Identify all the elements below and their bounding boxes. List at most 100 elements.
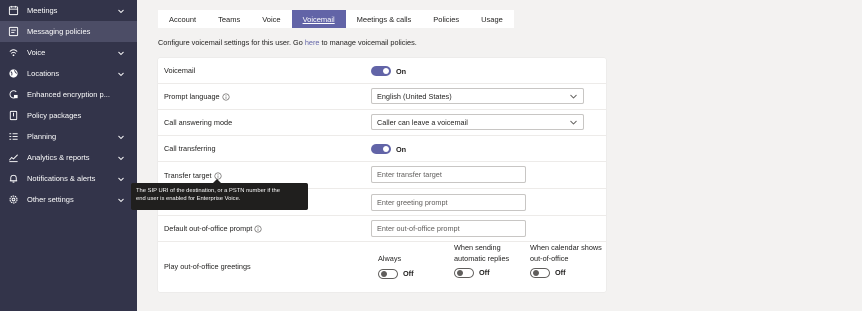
tab-voicemail[interactable]: Voicemail (291, 10, 346, 28)
tab-meetings-calls[interactable]: Meetings & calls (346, 10, 423, 28)
ooo-calendar-option: When calendar shows out-of-office Off (530, 243, 602, 279)
prompt-language-row: Prompt language English (United States) (158, 84, 606, 110)
ooo-always-toggle-group: Off (378, 269, 414, 280)
sidebar-item-label: Policy packages (27, 111, 82, 120)
voice-icon (8, 47, 19, 58)
sidebar: Meetings Messaging policies Voice Locati… (0, 0, 137, 311)
tooltip-line-1: The SIP URI of the destination, or a PST… (136, 188, 280, 194)
info-icon[interactable] (254, 224, 262, 233)
prompt-language-label: Prompt language (164, 92, 230, 101)
globe-icon (8, 68, 19, 79)
ooo-always-label: Always (378, 254, 402, 263)
info-icon[interactable] (222, 92, 230, 101)
manage-policies-link[interactable]: here (305, 38, 320, 47)
call-answering-mode-label: Call answering mode (164, 118, 233, 127)
ooo-automatic-replies-label-line2: automatic replies (454, 253, 510, 263)
ooo-automatic-replies-toggle[interactable] (454, 268, 474, 279)
ooo-calendar-toggle-group: Off (530, 268, 602, 279)
sidebar-item-messaging-policies[interactable]: Messaging policies (0, 21, 137, 42)
call-transferring-toggle[interactable] (371, 144, 391, 154)
calendar-icon (8, 5, 19, 16)
planning-icon (8, 131, 19, 142)
ooo-automatic-replies-label-line1: When sending (454, 243, 501, 252)
ooo-automatic-replies-toggle-state: Off (479, 268, 490, 277)
sidebar-item-label: Meetings (27, 6, 58, 15)
sidebar-item-label: Planning (27, 132, 57, 141)
voicemail-row: Voicemail On (158, 58, 606, 84)
ooo-automatic-replies-option: When sending automatic replies Off (454, 243, 509, 279)
play-ooo-greetings-row: Play out-of-office greetings Always Off … (158, 242, 606, 292)
analytics-icon (8, 152, 19, 163)
call-transferring-row: Call transferring On (158, 136, 606, 162)
ooo-always-toggle[interactable] (378, 268, 398, 279)
sidebar-item-label: Enhanced encryption p... (27, 90, 110, 99)
gear-icon (8, 194, 19, 205)
package-icon (8, 110, 19, 121)
call-transferring-toggle-group: On (371, 144, 406, 154)
chevron-down-icon (117, 175, 125, 183)
sidebar-item-label: Voice (27, 48, 46, 57)
chevron-down-icon (117, 7, 125, 15)
ooo-calendar-label-line1: When calendar shows (530, 243, 602, 252)
description-prefix: Configure voicemail settings for this us… (158, 38, 305, 47)
sidebar-item-enhanced-encryption[interactable]: Enhanced encryption p... (0, 84, 137, 105)
sidebar-item-label: Analytics & reports (27, 153, 90, 162)
sidebar-item-policy-packages[interactable]: Policy packages (0, 105, 137, 126)
chevron-down-icon (569, 118, 578, 127)
voicemail-toggle-group: On (371, 66, 406, 76)
call-answering-mode-value: Caller can leave a voicemail (377, 117, 468, 127)
sidebar-item-voice[interactable]: Voice (0, 42, 137, 63)
sidebar-item-locations[interactable]: Locations (0, 63, 137, 84)
voicemail-settings-card: Voicemail On Prompt language English (Un… (158, 58, 606, 292)
tab-policies[interactable]: Policies (422, 10, 470, 28)
tab-teams[interactable]: Teams (207, 10, 251, 28)
sidebar-item-analytics-reports[interactable]: Analytics & reports (0, 147, 137, 168)
sidebar-item-label: Messaging policies (27, 27, 91, 36)
tab-usage[interactable]: Usage (470, 10, 514, 28)
call-transferring-label: Call transferring (164, 144, 216, 153)
ooo-always-option: Always Off (378, 254, 414, 279)
call-answering-mode-row: Call answering mode Caller can leave a v… (158, 110, 606, 136)
chevron-down-icon (117, 133, 125, 141)
bell-icon (8, 173, 19, 184)
ooo-calendar-toggle-state: Off (555, 268, 566, 277)
ooo-calendar-toggle[interactable] (530, 268, 550, 279)
sidebar-item-label: Locations (27, 69, 60, 78)
default-ooo-prompt-row: Default out-of-office prompt (158, 216, 606, 242)
ooo-calendar-label-line2: out-of-office (530, 253, 569, 263)
chevron-down-icon (569, 92, 578, 101)
description-suffix: to manage voicemail policies. (319, 38, 417, 47)
transfer-target-input[interactable] (371, 166, 526, 183)
tab-bar: Account Teams Voice Voicemail Meetings &… (158, 10, 514, 28)
sidebar-item-label: Notifications & alerts (27, 174, 96, 183)
default-ooo-prompt-label: Default out-of-office prompt (164, 224, 262, 233)
transfer-target-tooltip: The SIP URI of the destination, or a PST… (131, 183, 308, 210)
voicemail-toggle-state: On (396, 66, 407, 76)
prompt-language-select[interactable]: English (United States) (371, 88, 584, 104)
page-description: Configure voicemail settings for this us… (158, 38, 417, 47)
tab-voice[interactable]: Voice (251, 10, 291, 28)
call-answering-mode-select[interactable]: Caller can leave a voicemail (371, 114, 584, 130)
ooo-always-toggle-state: Off (403, 268, 414, 278)
default-ooo-prompt-input[interactable] (371, 220, 526, 237)
message-icon (8, 26, 19, 37)
greeting-prompt-input[interactable] (371, 194, 526, 211)
tab-account[interactable]: Account (158, 10, 207, 28)
play-ooo-greetings-label: Play out-of-office greetings (164, 262, 251, 271)
chevron-down-icon (117, 154, 125, 162)
ooo-automatic-replies-toggle-group: Off (454, 268, 509, 279)
chevron-down-icon (117, 70, 125, 78)
sidebar-item-other-settings[interactable]: Other settings (0, 189, 137, 210)
sidebar-item-meetings[interactable]: Meetings (0, 0, 137, 21)
voicemail-toggle[interactable] (371, 66, 391, 76)
call-transferring-toggle-state: On (396, 144, 407, 154)
sidebar-item-label: Other settings (27, 195, 74, 204)
chevron-down-icon (117, 49, 125, 57)
prompt-language-value: English (United States) (377, 91, 452, 101)
tooltip-line-2: end user is enabled for Enterprise Voice… (136, 196, 241, 202)
chevron-down-icon (117, 196, 125, 204)
voicemail-label: Voicemail (164, 66, 196, 75)
sidebar-item-planning[interactable]: Planning (0, 126, 137, 147)
sidebar-item-notifications-alerts[interactable]: Notifications & alerts (0, 168, 137, 189)
encryption-icon (8, 89, 19, 100)
